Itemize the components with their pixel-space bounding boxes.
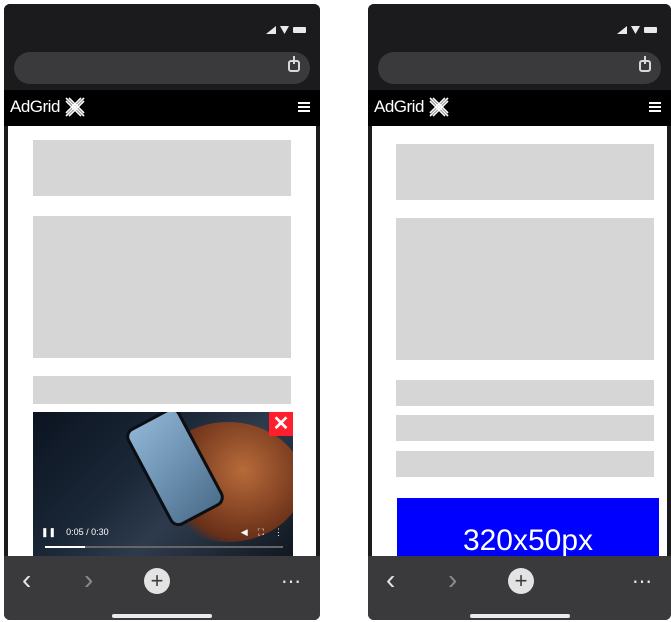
site-header: AdGrid bbox=[368, 90, 671, 126]
page-content: ✕ ❚❚ 0:05 / 0:30 ◀︎ ⛶ ⋮ bbox=[8, 126, 316, 556]
status-bar bbox=[368, 4, 671, 46]
new-tab-icon[interactable]: + bbox=[508, 568, 534, 594]
volume-icon[interactable]: ◀︎ bbox=[241, 527, 248, 538]
more-options-icon[interactable]: ⋯ bbox=[632, 572, 653, 592]
browser-toolbar: ‹ › + ⋯ bbox=[368, 556, 671, 620]
placeholder-block bbox=[33, 376, 291, 404]
status-icons bbox=[266, 26, 306, 34]
site-header: AdGrid bbox=[4, 90, 320, 126]
site-logo[interactable]: AdGrid bbox=[374, 96, 450, 118]
video-progress-fill bbox=[45, 546, 86, 548]
video-progress-bar[interactable] bbox=[45, 546, 283, 548]
site-logo[interactable]: AdGrid bbox=[10, 96, 86, 118]
address-bar[interactable] bbox=[378, 52, 661, 84]
logo-mark-icon bbox=[429, 97, 449, 117]
logo-text: AdGrid bbox=[374, 97, 424, 116]
back-icon[interactable]: ‹ bbox=[386, 566, 395, 594]
placeholder-block bbox=[33, 216, 291, 358]
status-bar bbox=[4, 4, 320, 46]
home-indicator bbox=[112, 614, 212, 618]
play-pause-icon[interactable]: ❚❚ bbox=[41, 527, 56, 538]
menu-icon[interactable] bbox=[649, 102, 661, 112]
status-icons bbox=[617, 26, 657, 34]
battery-icon bbox=[644, 27, 657, 33]
placeholder-block bbox=[396, 451, 654, 477]
forward-icon[interactable]: › bbox=[448, 566, 457, 594]
close-icon[interactable]: ✕ bbox=[269, 412, 293, 436]
placeholder-block bbox=[396, 144, 654, 200]
browser-toolbar: ‹ › + ⋯ bbox=[4, 556, 320, 620]
share-icon[interactable] bbox=[639, 56, 651, 72]
video-time: 0:05 / 0:30 bbox=[66, 527, 109, 537]
ad-banner[interactable]: 320x50px bbox=[397, 498, 659, 556]
menu-icon[interactable] bbox=[298, 102, 310, 112]
back-icon[interactable]: ‹ bbox=[22, 566, 31, 594]
share-icon[interactable] bbox=[288, 56, 300, 72]
battery-icon bbox=[293, 27, 306, 33]
more-icon[interactable]: ⋮ bbox=[274, 527, 283, 538]
placeholder-block bbox=[396, 415, 654, 441]
logo-text: AdGrid bbox=[10, 97, 60, 116]
logo-mark-icon bbox=[65, 97, 85, 117]
address-bar[interactable] bbox=[14, 52, 310, 84]
placeholder-block bbox=[396, 218, 654, 360]
more-options-icon[interactable]: ⋯ bbox=[281, 572, 302, 592]
forward-icon[interactable]: › bbox=[84, 566, 93, 594]
new-tab-icon[interactable]: + bbox=[144, 568, 170, 594]
fullscreen-icon[interactable]: ⛶ bbox=[258, 527, 264, 538]
wifi-icon bbox=[631, 26, 640, 34]
video-controls: ❚❚ 0:05 / 0:30 ◀︎ ⛶ ⋮ bbox=[41, 524, 283, 540]
placeholder-block bbox=[396, 380, 654, 406]
page-content: 320x50px bbox=[372, 126, 667, 556]
placeholder-block bbox=[33, 140, 291, 196]
signal-icon bbox=[617, 26, 627, 34]
phone-left: AdGrid ✕ ❚❚ 0:05 / 0:30 ◀︎ ⛶ ⋮ ‹ › + ⋯ bbox=[4, 4, 320, 620]
signal-icon bbox=[266, 26, 276, 34]
video-player[interactable]: ✕ ❚❚ 0:05 / 0:30 ◀︎ ⛶ ⋮ bbox=[33, 412, 293, 556]
wifi-icon bbox=[280, 26, 289, 34]
home-indicator bbox=[469, 614, 570, 618]
phone-right: AdGrid 320x50px ‹ › + ⋯ bbox=[368, 4, 671, 620]
